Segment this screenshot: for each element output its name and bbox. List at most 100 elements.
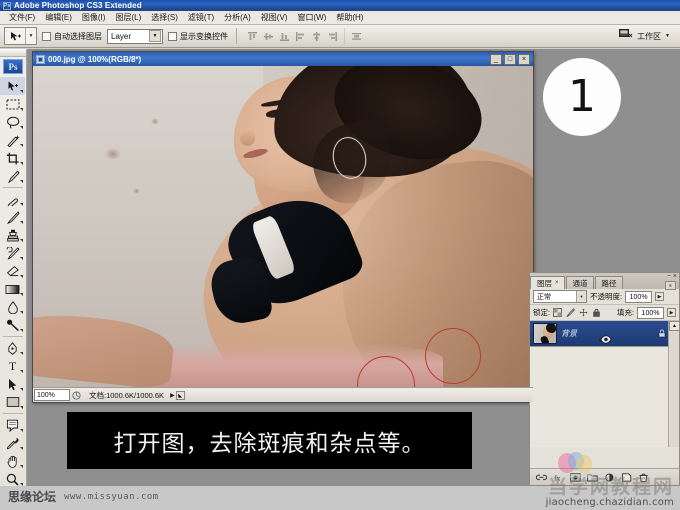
align-top-icon[interactable] [245, 29, 260, 44]
opacity-stepper[interactable]: ▶ [655, 292, 665, 301]
tool-expand-triangle [20, 221, 23, 224]
tool-brush[interactable] [0, 208, 25, 226]
tab-channels[interactable]: 通道 [565, 276, 594, 289]
lock-transparent-pixels-icon[interactable] [553, 308, 562, 317]
tool-expand-triangle [20, 352, 23, 355]
tool-healing-brush[interactable] [0, 190, 25, 208]
menu-item-edit[interactable]: 编辑(E) [40, 11, 77, 24]
blend-mode-dropdown[interactable]: 正常 ▼ [533, 290, 587, 303]
document-title: 000.jpg @ 100%(RGB/8*) [48, 54, 142, 64]
auto-select-layer-checkbox[interactable]: 自动选择图层 [42, 31, 102, 42]
show-transform-controls-checkbox[interactable]: 显示变换控件 [168, 31, 228, 42]
tool-expand-triangle [20, 108, 23, 111]
menu-item-image[interactable]: 图像(I) [77, 11, 111, 24]
lock-all-icon[interactable] [592, 308, 601, 317]
tool-expand-triangle [20, 447, 23, 450]
opacity-input[interactable]: 100% [625, 290, 653, 303]
menubar: 文件(F) 编辑(E) 图像(I) 图层(L) 选择(S) 滤镜(T) 分析(A… [0, 11, 680, 25]
opacity-label: 不透明度: [590, 292, 623, 301]
options-bar: ▼ 自动选择图层 Layer ▼ 显示变换控件 工作区 ▼ [0, 25, 680, 48]
layer-row-background[interactable]: 背景 [530, 321, 679, 347]
menu-item-select[interactable]: 选择(S) [146, 11, 183, 24]
toolbox-drag-handle[interactable] [0, 50, 26, 57]
tool-expand-triangle [20, 370, 23, 373]
workspace-icon [619, 27, 633, 45]
tool-expand-triangle [20, 203, 23, 206]
watermark-left: 思缘论坛 www.missyuan.com [8, 488, 159, 505]
layer-name: 背景 [561, 329, 577, 338]
scroll-up-button[interactable]: ▲ [669, 321, 680, 331]
statusbar-menu[interactable]: ▶ ◣ [170, 390, 185, 400]
tab-channels-label: 通道 [572, 278, 588, 288]
menu-item-file[interactable]: 文件(F) [4, 11, 40, 24]
watermark-right: 当学网教程网 jiaocheng.chazidian.com [546, 477, 674, 508]
tool-expand-triangle [20, 388, 23, 391]
menu-item-analysis[interactable]: 分析(A) [219, 11, 256, 24]
fill-stepper[interactable]: ▶ [667, 308, 676, 317]
tool-expand-triangle [20, 126, 23, 129]
show-transform-controls-label: 显示变换控件 [180, 31, 228, 41]
align-left-icon[interactable] [293, 29, 308, 44]
tool-slice[interactable] [0, 167, 25, 185]
window-title: Adobe Photoshop CS3 Extended [14, 1, 142, 10]
panel-minimize-icon[interactable]: − [667, 273, 671, 281]
distribute-icon[interactable] [349, 29, 364, 44]
align-horizontal-center-icon[interactable] [309, 29, 324, 44]
menu-item-help[interactable]: 帮助(H) [331, 11, 368, 24]
menu-item-filter[interactable]: 滤镜(T) [183, 11, 219, 24]
skin-blemish-1 [105, 148, 121, 160]
tool-dodge[interactable] [0, 316, 25, 334]
auto-select-layer-label: 自动选择图层 [54, 31, 102, 41]
tool-notes[interactable] [0, 416, 25, 434]
tab-layers-label: 图层 [537, 278, 552, 288]
tab-layers[interactable]: 图层 × [530, 276, 565, 289]
tool-hand[interactable] [0, 452, 25, 470]
tool-history-brush[interactable] [0, 244, 25, 262]
document-titlebar[interactable]: ▣ 000.jpg @ 100%(RGB/8*) _ □ × [33, 52, 533, 66]
fill-input[interactable]: 100% [637, 306, 664, 319]
tool-expand-triangle [20, 162, 23, 165]
maximize-button[interactable]: □ [504, 53, 516, 65]
tool-blur[interactable] [0, 298, 25, 316]
align-bottom-icon[interactable] [277, 29, 292, 44]
tool-lasso[interactable] [0, 113, 25, 131]
menu-item-view[interactable]: 视图(V) [256, 11, 293, 24]
tool-eyedropper[interactable] [0, 434, 25, 452]
layer-visibility-toggle[interactable] [599, 335, 613, 344]
align-vertical-center-icon[interactable] [261, 29, 276, 44]
tool-magic-wand[interactable] [0, 131, 25, 149]
panel-close-icon[interactable]: × [673, 273, 677, 281]
close-button[interactable]: × [518, 53, 530, 65]
current-tool-well[interactable]: ▼ [4, 27, 37, 45]
tool-path-selection[interactable] [0, 375, 25, 393]
layer-list: 背景 ▲ [530, 321, 680, 447]
layers-scrollbar[interactable]: ▲ [668, 321, 680, 447]
tool-eraser[interactable] [0, 262, 25, 280]
panel-menu-button[interactable]: ≡ [665, 281, 676, 290]
lock-image-pixels-icon[interactable] [566, 308, 576, 317]
tab-paths[interactable]: 路径 [594, 276, 623, 289]
tool-crop[interactable] [0, 149, 25, 167]
tool-type[interactable]: T [0, 357, 25, 375]
tool-clone-stamp[interactable] [0, 226, 25, 244]
menu-item-window[interactable]: 窗口(W) [292, 11, 331, 24]
tool-rectangle-shape[interactable] [0, 393, 25, 411]
divider [236, 28, 237, 44]
layer-scope-dropdown[interactable]: Layer ▼ [107, 28, 163, 44]
zoom-level-input[interactable]: 100% [34, 389, 70, 401]
chevron-down-icon[interactable]: ▼ [26, 28, 36, 44]
minimize-button[interactable]: _ [490, 53, 502, 65]
document-canvas[interactable] [33, 66, 533, 388]
lock-position-icon[interactable] [579, 308, 588, 317]
tool-pen[interactable] [0, 339, 25, 357]
tool-gradient[interactable] [0, 280, 25, 298]
tool-marquee[interactable] [0, 95, 25, 113]
toolbox-divider [3, 187, 23, 188]
tool-move[interactable] [0, 77, 25, 95]
close-icon[interactable]: × [555, 278, 559, 289]
resize-grip-icon[interactable]: ◣ [175, 390, 185, 400]
align-right-icon[interactable] [325, 29, 340, 44]
menu-item-layer[interactable]: 图层(L) [110, 11, 146, 24]
skin-blemish-3 [133, 188, 140, 194]
workspace-button[interactable]: 工作区 ▼ [619, 27, 676, 45]
